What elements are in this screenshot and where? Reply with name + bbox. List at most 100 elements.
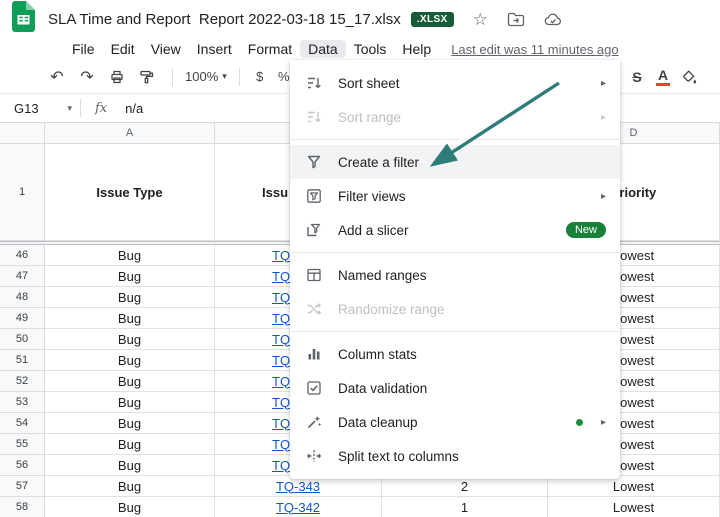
menu-item-sort-range: Sort range ▸ (290, 100, 620, 134)
menu-edit[interactable]: Edit (103, 40, 143, 58)
name-box[interactable]: G13 ▾ (0, 101, 80, 116)
undo-button[interactable]: ↶ (44, 67, 70, 87)
table-row: 57Bug TQ-343 2Lowest (0, 476, 720, 497)
cell-issue-type-header[interactable]: Issue Type (45, 144, 215, 241)
menu-item-data-cleanup[interactable]: Data cleanup ▸ (290, 405, 620, 439)
formula-bar-divider (80, 99, 81, 117)
cell-issue-type[interactable]: Bug (45, 287, 215, 308)
cell-issue-type[interactable]: Bug (45, 497, 215, 517)
text-color-button[interactable]: A (650, 68, 676, 86)
last-edit-link[interactable]: Last edit was 11 minutes ago (451, 42, 618, 57)
fill-color-button[interactable] (676, 69, 702, 85)
menu-view[interactable]: View (143, 40, 189, 58)
row-header[interactable]: 54 (0, 413, 45, 434)
issue-link[interactable]: TQ-342 (276, 500, 320, 515)
cell-issue-type[interactable]: Bug (45, 308, 215, 329)
menu-item-label: Data validation (338, 381, 606, 396)
row-header[interactable]: 48 (0, 287, 45, 308)
row-header[interactable]: 47 (0, 266, 45, 287)
cell-issue-key[interactable]: TQ-342 (215, 497, 382, 517)
titlebar: SLA Time and Report Report 2022-03-18 15… (0, 0, 720, 38)
cell-issue-type[interactable]: Bug (45, 329, 215, 350)
row-header[interactable]: 49 (0, 308, 45, 329)
cell-issue-type[interactable]: Bug (45, 413, 215, 434)
toolbar-divider (172, 68, 173, 86)
submenu-arrow-icon: ▸ (601, 417, 606, 428)
toolbar-right-group: S A (607, 68, 706, 86)
cell-issue-type[interactable]: Bug (45, 350, 215, 371)
menu-insert[interactable]: Insert (189, 40, 240, 58)
issue-link[interactable]: TQ-343 (276, 479, 320, 494)
menu-item-label: Column stats (338, 347, 606, 362)
menu-data[interactable]: Data (300, 40, 346, 58)
cloud-status-icon[interactable] (544, 11, 562, 27)
menu-item-create-a-filter[interactable]: Create a filter (290, 145, 620, 179)
data-validation-icon (306, 380, 324, 396)
table-row: 58Bug TQ-342 1Lowest (0, 497, 720, 517)
cell-priority[interactable]: Lowest (548, 476, 720, 497)
column-header-a[interactable]: A (45, 123, 215, 143)
row-header[interactable]: 1 (0, 144, 45, 241)
menu-format[interactable]: Format (240, 40, 300, 58)
cell-issue-type[interactable]: Bug (45, 392, 215, 413)
zoom-select[interactable]: 100% ▾ (181, 69, 231, 84)
menu-item-data-validation[interactable]: Data validation (290, 371, 620, 405)
toolbar-divider (239, 68, 240, 86)
row-header[interactable]: 52 (0, 371, 45, 392)
menu-item-label: Split text to columns (338, 449, 606, 464)
filter-views-icon (306, 188, 324, 204)
menu-item-label: Randomize range (338, 302, 606, 317)
split-columns-icon (306, 448, 324, 464)
star-icon[interactable]: ☆ (473, 11, 488, 28)
select-all-corner[interactable] (0, 123, 45, 143)
row-header[interactable]: 55 (0, 434, 45, 455)
menu-item-filter-views[interactable]: Filter views ▸ (290, 179, 620, 213)
move-folder-icon[interactable] (507, 11, 525, 27)
text-color-swatch (656, 83, 670, 86)
menu-separator (290, 331, 620, 332)
menu-help[interactable]: Help (394, 40, 439, 58)
cell-issue-type[interactable]: Bug (45, 455, 215, 476)
cell-issue-type[interactable]: Bug (45, 476, 215, 497)
row-header[interactable]: 57 (0, 476, 45, 497)
cell-issue-type[interactable]: Bug (45, 266, 215, 287)
formula-input[interactable]: n/a (125, 101, 143, 116)
cell-issue-key[interactable]: TQ-343 (215, 476, 382, 497)
fx-icon: fx (95, 101, 107, 116)
strikethrough-button[interactable]: S (624, 69, 650, 85)
format-currency-button[interactable]: $ (248, 69, 272, 84)
column-stats-icon (306, 346, 324, 362)
row-header[interactable]: 56 (0, 455, 45, 476)
menu-item-add-a-slicer[interactable]: Add a slicer New (290, 213, 620, 247)
menu-item-label: Sort range (338, 110, 591, 125)
menubar: File Edit View Insert Format Data Tools … (0, 38, 720, 60)
cell-issue-type[interactable]: Bug (45, 245, 215, 266)
slicer-icon (306, 222, 324, 238)
cell-issue-type[interactable]: Bug (45, 371, 215, 392)
document-title[interactable]: SLA Time and Report Report 2022-03-18 15… (48, 11, 401, 28)
cell-value[interactable]: 1 (382, 497, 548, 517)
menu-tools[interactable]: Tools (346, 40, 395, 58)
magic-wand-icon (306, 414, 324, 430)
row-header[interactable]: 51 (0, 350, 45, 371)
text-color-letter: A (658, 68, 668, 82)
print-button[interactable] (104, 69, 130, 85)
cell-value[interactable]: 2 (382, 476, 548, 497)
menu-item-label: Create a filter (338, 155, 606, 170)
row-header[interactable]: 46 (0, 245, 45, 266)
sheets-logo-icon[interactable] (12, 1, 35, 37)
menu-separator (290, 252, 620, 253)
row-header[interactable]: 58 (0, 497, 45, 517)
row-header[interactable]: 53 (0, 392, 45, 413)
menu-item-split-text-to-columns[interactable]: Split text to columns (290, 439, 620, 473)
menu-item-sort-sheet[interactable]: Sort sheet ▸ (290, 66, 620, 100)
cell-issue-type[interactable]: Bug (45, 434, 215, 455)
menu-file[interactable]: File (64, 40, 103, 58)
row-header[interactable]: 50 (0, 329, 45, 350)
menu-item-named-ranges[interactable]: Named ranges (290, 258, 620, 292)
paint-format-button[interactable] (134, 69, 160, 85)
green-dot-icon (576, 419, 583, 426)
redo-button[interactable]: ↷ (74, 67, 100, 87)
menu-item-column-stats[interactable]: Column stats (290, 337, 620, 371)
cell-priority[interactable]: Lowest (548, 497, 720, 517)
